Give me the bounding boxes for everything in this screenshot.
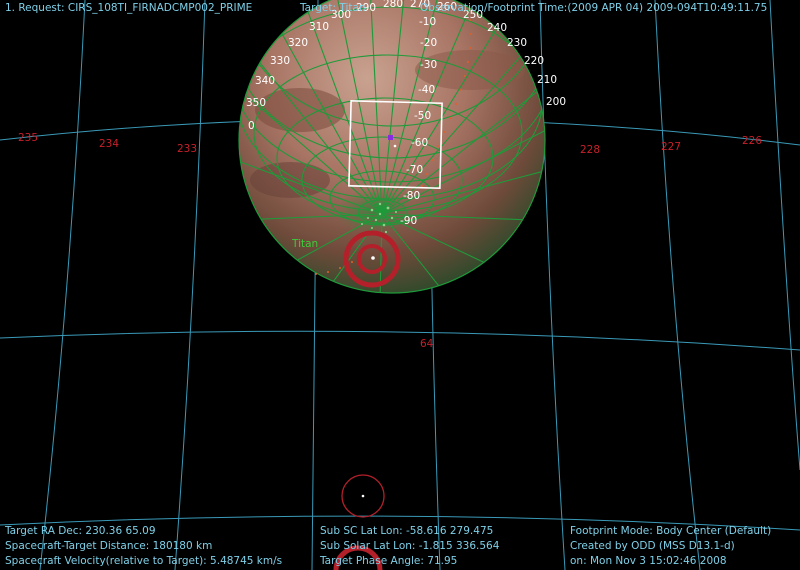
lat-label: -70	[406, 164, 423, 176]
spacecraft-velocity: Spacecraft Velocity(relative to Target):…	[5, 555, 283, 567]
target-label: Titan	[291, 238, 318, 250]
ra-label: 235	[18, 132, 38, 144]
lat-label: -60	[411, 137, 428, 149]
lon-label: 280	[383, 0, 403, 10]
target-name: Target: Titan	[300, 2, 366, 14]
lon-label: 350	[246, 97, 266, 109]
lat-label: -10	[419, 16, 436, 28]
ra-label: 228	[580, 144, 600, 156]
reference-point	[361, 494, 365, 498]
lon-label: 230	[507, 37, 527, 49]
target-ra-dec: Target RA Dec: 230.36 65.09	[5, 525, 156, 537]
lon-label: 330	[270, 55, 290, 67]
created-by: Created by ODD (MSS D13.1-d)	[570, 540, 735, 552]
lat-label: -30	[420, 59, 437, 71]
ra-label: 234	[99, 138, 119, 150]
lat-label: -20	[420, 37, 437, 49]
lat-label: -80	[403, 190, 420, 202]
dec-line	[0, 330, 800, 351]
dec-label: 64	[420, 338, 434, 350]
ra-line	[654, 0, 701, 570]
creation-date: on: Mon Nov 3 15:02:46 2008	[570, 555, 727, 567]
spacecraft-target-distance: Spacecraft-Target Distance: 180180 km	[5, 540, 213, 552]
target-phase-angle: Target Phase Angle: 71.95	[320, 555, 458, 567]
lat-label: -50	[414, 110, 431, 122]
lon-label: 240	[487, 22, 507, 34]
lat-label: -90	[400, 215, 417, 227]
ra-label: 227	[661, 141, 681, 153]
lon-label: 320	[288, 37, 308, 49]
lon-label: 210	[537, 74, 557, 86]
observation-time: Observation/Footprint Time:(2009 APR 04)…	[420, 2, 768, 14]
lon-label: 340	[255, 75, 275, 87]
lat-label: -40	[418, 84, 435, 96]
ra-label: 226	[742, 135, 762, 147]
ra-line	[174, 0, 206, 570]
lon-label: 220	[524, 55, 544, 67]
ra-label: 233	[177, 143, 197, 155]
sub-sc-lat-lon: Sub SC Lat Lon: -58.616 279.475	[320, 525, 494, 537]
observation-view: 235 234 233 228 227 226 64 Titan 0 350 3…	[0, 0, 800, 570]
sub-solar-lat-lon: Sub Solar Lat Lon: -1.815 336.564	[320, 540, 500, 552]
center-point	[393, 144, 397, 148]
ra-line	[39, 0, 86, 570]
lon-label: 310	[309, 21, 329, 33]
request-title: 1. Request: CIRS_108TI_FIRNADCMP002_PRIM…	[5, 2, 253, 14]
ra-line	[769, 0, 800, 471]
lon-label: 0	[248, 120, 255, 132]
lon-label: 200	[546, 96, 566, 108]
footprint-mode: Footprint Mode: Body Center (Default)	[570, 525, 772, 537]
boresight-marker	[388, 135, 393, 140]
